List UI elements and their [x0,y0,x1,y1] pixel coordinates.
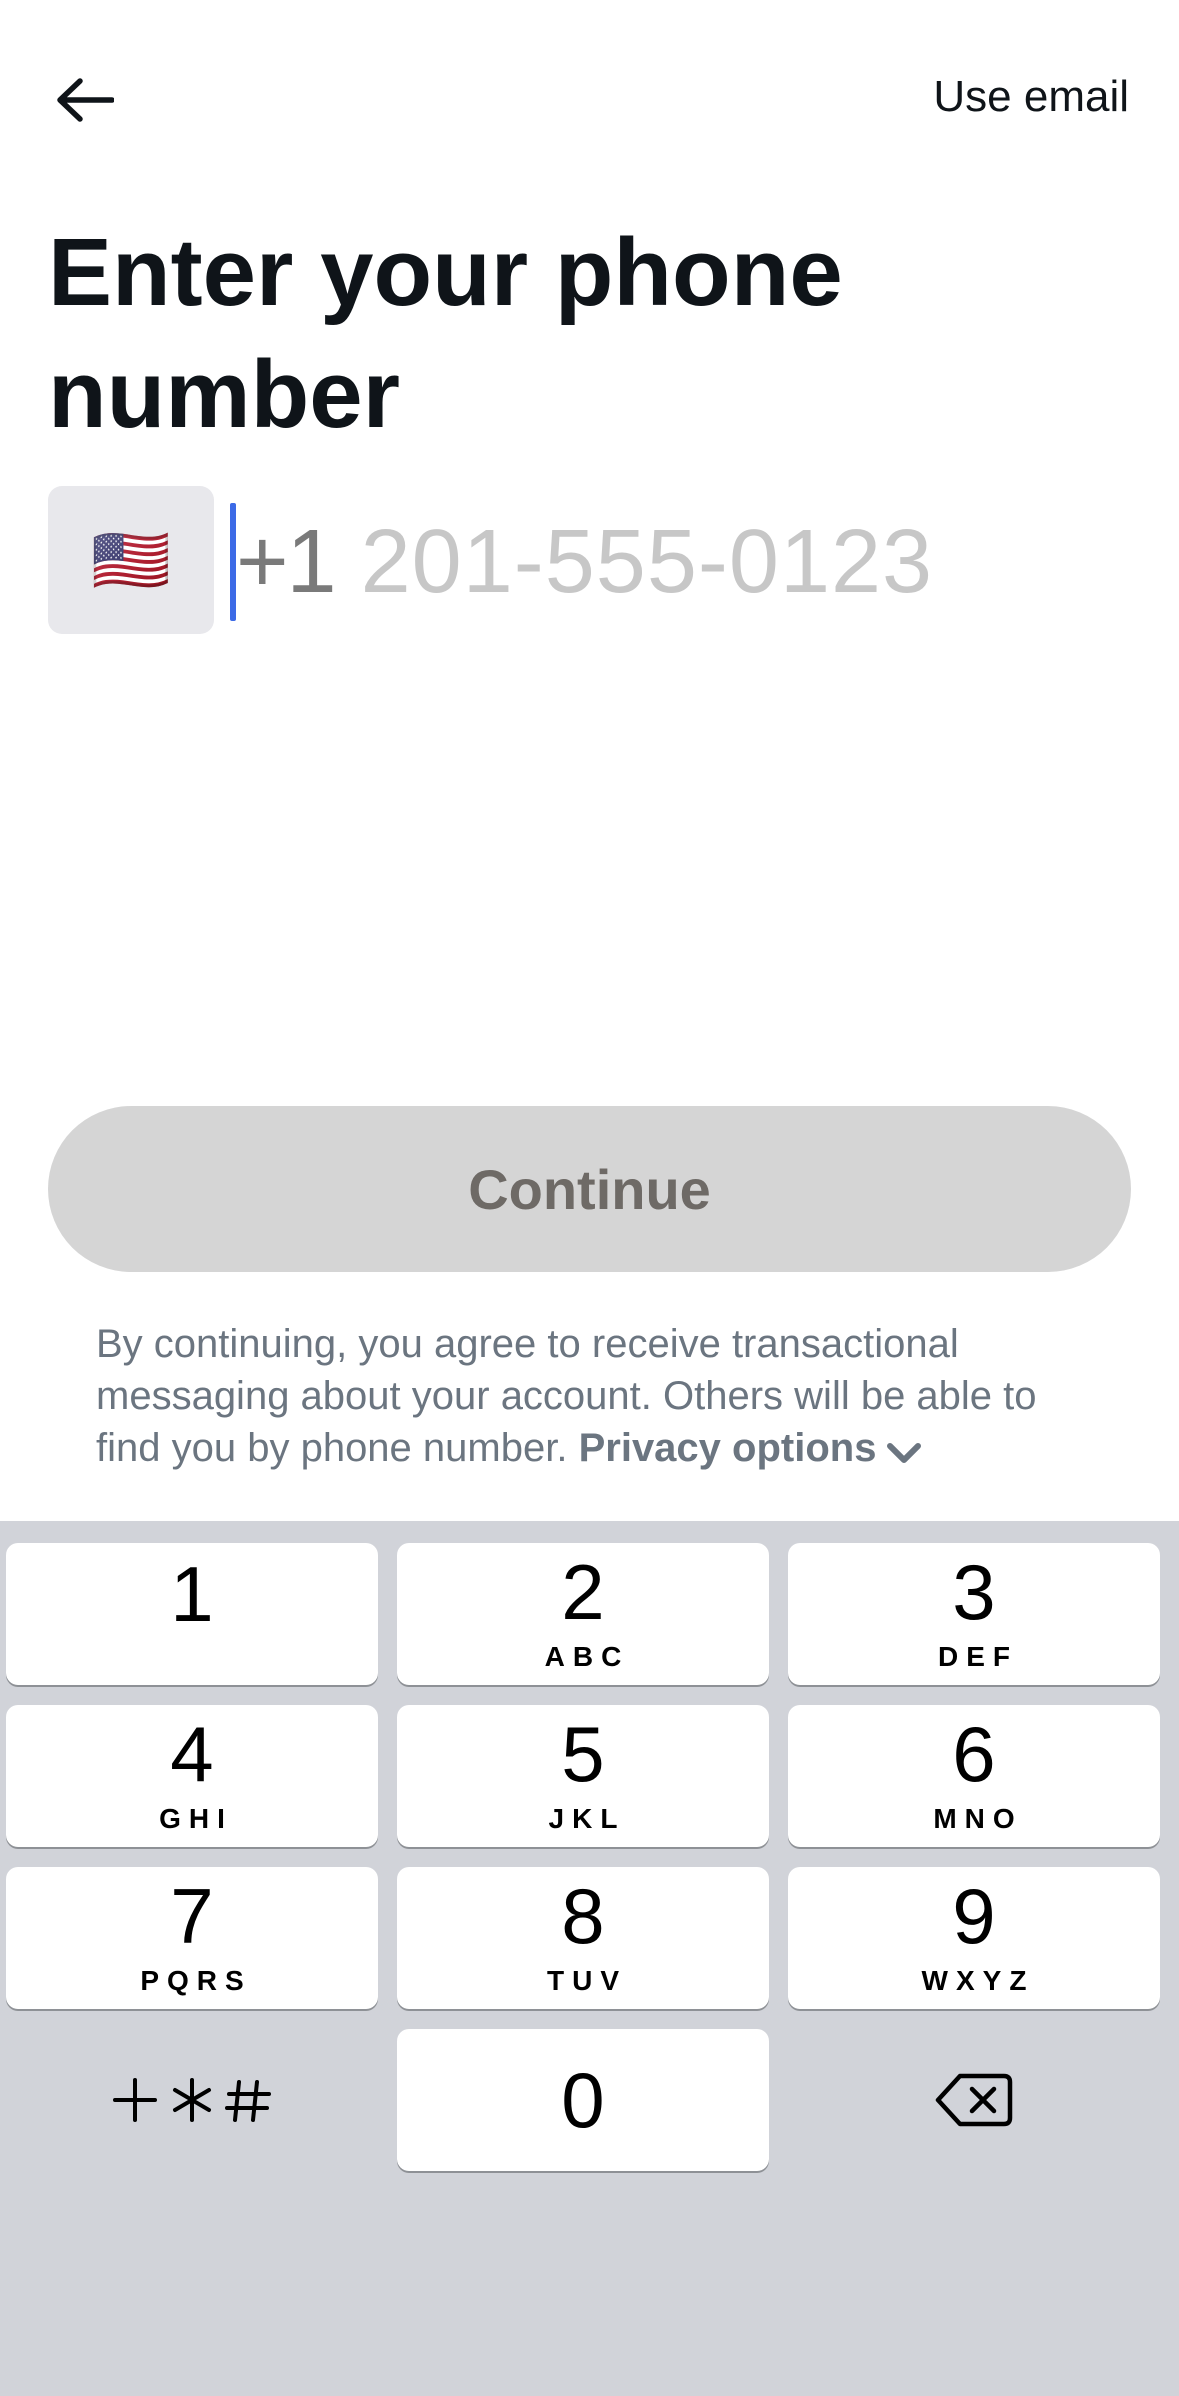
back-button[interactable] [50,68,120,132]
key-6[interactable]: 6 MNO [788,1705,1160,1847]
key-8[interactable]: 8 TUV [397,1867,769,2009]
key-digit: 9 [952,1872,996,1960]
key-letters: JKL [548,1803,626,1834]
page-title: Enter your phone number [48,219,843,448]
arrow-left-icon [57,78,114,122]
phone-entry-screen: Use email Enter your phone number 🇺🇸 +1 … [0,0,1179,2396]
key-digit: 3 [952,1548,996,1636]
key-letters: WXYZ [921,1965,1035,1996]
chevron-down-icon [887,1443,922,1463]
disclaimer-text: By continuing, you agree to receive tran… [96,1318,1096,1474]
privacy-options-label: Privacy options [578,1426,877,1470]
delete-key[interactable] [788,2029,1160,2171]
use-email-link[interactable]: Use email [933,72,1129,122]
backspace-icon [935,2073,1013,2127]
key-5[interactable]: 5 JKL [397,1705,769,1847]
key-letters: TUV [547,1965,627,1996]
key-4[interactable]: 4 GHI [6,1705,378,1847]
key-digit: 0 [561,2056,605,2144]
key-digit: 8 [561,1872,605,1960]
key-digit: 5 [561,1710,605,1798]
key-letters: PQRS [140,1965,252,1996]
continue-button[interactable]: Continue [48,1106,1131,1272]
key-letters [188,1643,196,1673]
country-selector-button[interactable]: 🇺🇸 [48,486,214,634]
symbols-key[interactable]: +*# [6,2029,378,2171]
key-3[interactable]: 3 DEF [788,1543,1160,1685]
dial-code: +1 [236,511,337,612]
numeric-keypad: 1 2 ABC 3 DEF 4 GHI 5 JKL 6 MNO 7 PQRS 8… [0,1521,1179,2396]
key-digit: 1 [170,1550,214,1638]
key-digit: 4 [170,1710,214,1798]
privacy-options-link[interactable]: Privacy options [579,1426,923,1470]
key-0[interactable]: 0 [397,2029,769,2171]
phone-placeholder: 201-555-0123 [360,511,934,612]
key-letters: GHI [159,1803,233,1834]
phone-number-input[interactable]: +1 201-555-0123 [230,500,1130,624]
key-7[interactable]: 7 PQRS [6,1867,378,2009]
key-digit: 2 [561,1548,605,1636]
key-2[interactable]: 2 ABC [397,1543,769,1685]
plus-star-hash-icon: +*# [113,2078,271,2122]
key-letters: ABC [544,1641,630,1672]
key-digit: 6 [952,1710,996,1798]
key-digit: 7 [170,1872,214,1960]
key-1[interactable]: 1 [6,1543,378,1685]
us-flag-icon: 🇺🇸 [91,524,171,596]
key-letters: DEF [938,1641,1018,1672]
key-9[interactable]: 9 WXYZ [788,1867,1160,2009]
key-letters: MNO [933,1803,1023,1834]
